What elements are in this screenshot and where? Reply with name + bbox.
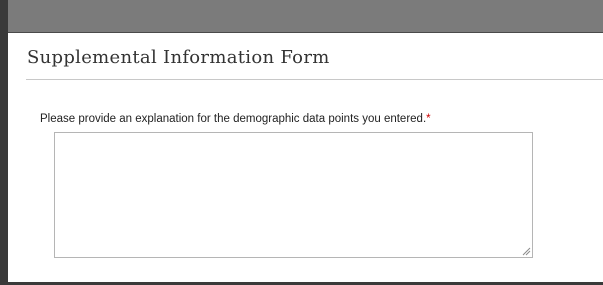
- header-bar: [0, 0, 603, 32]
- explanation-textarea[interactable]: [54, 132, 533, 258]
- explanation-label-text: Please provide an explanation for the de…: [40, 113, 427, 125]
- explanation-label: Please provide an explanation for the de…: [40, 113, 431, 125]
- required-marker: *: [426, 113, 431, 125]
- resize-grip-icon[interactable]: [521, 246, 531, 256]
- window-left-border: [0, 0, 8, 285]
- title-divider: [26, 79, 603, 80]
- form-window: Supplemental Information Form Please pro…: [0, 0, 603, 285]
- header-bar-edge: [0, 32, 603, 33]
- page-title: Supplemental Information Form: [27, 47, 330, 68]
